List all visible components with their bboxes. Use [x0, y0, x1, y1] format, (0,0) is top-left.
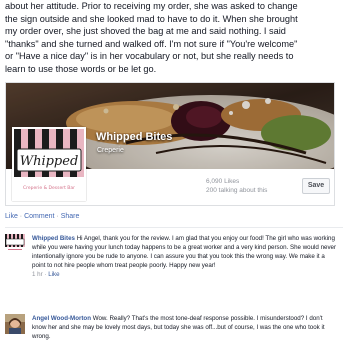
review-line: my order over, she just shoved the bag a…: [5, 26, 286, 37]
logo-tagline: Creperie & Dessert Bar: [23, 185, 75, 191]
separator: ·: [56, 213, 59, 220]
comment-time[interactable]: 1 hr: [32, 271, 43, 278]
divider: [5, 227, 343, 228]
comment-body: Whipped Bites Hi Angel, thank you for th…: [32, 234, 337, 279]
page-stats: 6,090 Likes 200 talking about this: [206, 177, 267, 195]
talking-count: 200 talking about this: [206, 187, 268, 194]
like-link[interactable]: Like: [5, 213, 18, 220]
whipped-avatar-icon: [5, 234, 25, 254]
review-line: learn to use those words or be let go.: [5, 63, 157, 74]
comment-like-link[interactable]: Like: [48, 271, 59, 278]
share-link[interactable]: Share: [61, 213, 80, 220]
comment-author[interactable]: Angel Wood-Morton: [32, 315, 91, 322]
review-post-text: about her attitude. Prior to receiving m…: [5, 0, 345, 76]
comment-author[interactable]: Whipped Bites: [32, 235, 75, 242]
review-line: about her attitude. Prior to receiving m…: [5, 1, 298, 11]
page-name[interactable]: Whipped Bites: [96, 131, 172, 143]
page-category: Creperie: [97, 147, 124, 154]
review-line: or "Have a nice day" is in her vocabular…: [5, 51, 294, 62]
logo-wordmark: Whipped: [20, 154, 79, 169]
separator: ·: [19, 213, 23, 220]
comment-text: Hi Angel, thank you for the review. I am…: [32, 235, 337, 269]
review-line: "thanks" and she turned and walked off. …: [5, 38, 298, 49]
save-button[interactable]: Save: [302, 178, 330, 194]
whipped-logo-icon: Whipped Creperie & Dessert Bar: [14, 129, 84, 199]
comment-link[interactable]: Comment: [24, 213, 54, 220]
comment-meta: 1 hr · Like: [32, 270, 337, 279]
page-logo[interactable]: Whipped Creperie & Dessert Bar: [12, 127, 86, 201]
review-line: the sign outside and she looked mad to h…: [5, 13, 298, 24]
separator: ·: [44, 271, 47, 278]
likes-count: 6,090 Likes: [206, 178, 240, 185]
user-avatar-icon: [5, 314, 25, 334]
avatar[interactable]: [5, 234, 25, 254]
comment-body: Angel Wood-Morton Wow. Really? That's th…: [32, 314, 337, 341]
page-preview-card[interactable]: Whipped Bites Creperie Whipped Creperie …: [5, 82, 335, 206]
avatar[interactable]: [5, 314, 25, 334]
post-actions: Like · Comment · Share: [5, 213, 79, 220]
